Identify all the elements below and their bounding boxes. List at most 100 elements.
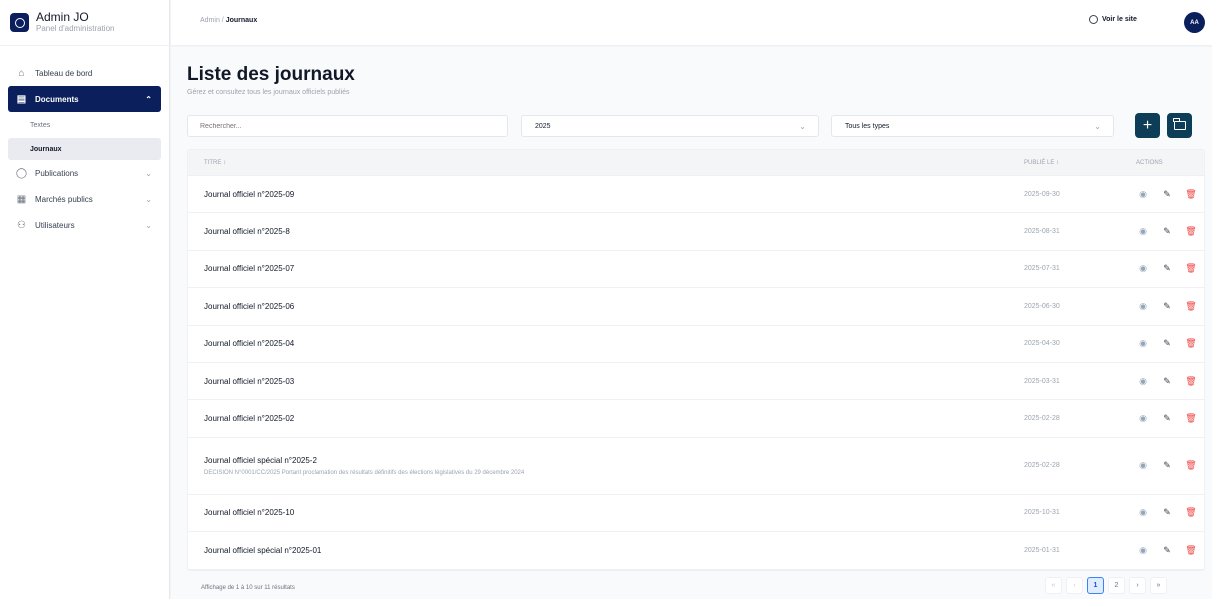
sidebar-item-label: Utilisateurs <box>35 220 75 230</box>
edit-icon[interactable]: ✎ <box>1162 413 1172 424</box>
row-date: 2025-07-31 <box>1024 265 1060 273</box>
trash-icon[interactable]: 🗑 <box>1185 263 1196 274</box>
view-icon[interactable]: ◉ <box>1138 413 1148 424</box>
row-title-cell: Journal officiel n°2025-8 <box>188 227 1024 236</box>
row-title-cell: Journal officiel n°2025-09 <box>188 190 1024 199</box>
sidebar-item-label: Marchés publics <box>35 194 93 204</box>
page-button-2[interactable]: 2 <box>1108 577 1125 594</box>
page-title: Liste des journaux <box>187 64 355 85</box>
view-icon[interactable]: ◉ <box>1138 376 1148 387</box>
users-icon: ⚇ <box>17 219 26 231</box>
chevron-up-icon: ⌃ <box>145 94 152 104</box>
row-actions: ◉ ✎ 🗑 <box>1124 189 1204 200</box>
page-button-1[interactable]: 1 <box>1087 577 1104 594</box>
main-content: Liste des journaux Gérez et consultez to… <box>171 47 1212 599</box>
next-page-button[interactable]: › <box>1129 577 1146 594</box>
trash-icon[interactable]: 🗑 <box>1185 507 1196 518</box>
column-header-date[interactable]: PUBLIÉ LE ↕ <box>1024 160 1124 166</box>
row-title[interactable]: Journal officiel spécial n°2025-2 <box>204 456 317 465</box>
type-select-value: Tous les types <box>845 122 890 130</box>
search-input[interactable] <box>187 115 508 137</box>
view-icon[interactable]: ◉ <box>1138 545 1148 556</box>
view-icon[interactable]: ◉ <box>1138 507 1148 518</box>
sidebar-item-users[interactable]: ⚇ Utilisateurs ⌄ <box>8 212 161 238</box>
breadcrumb: Admin / Journaux <box>200 17 257 24</box>
chevron-down-icon: ⌄ <box>1094 121 1101 131</box>
trash-icon[interactable]: 🗑 <box>1185 189 1196 200</box>
prev-page-button[interactable]: ‹ <box>1066 577 1083 594</box>
edit-icon[interactable]: ✎ <box>1162 376 1172 387</box>
breadcrumb-root[interactable]: Admin <box>200 17 220 24</box>
row-title[interactable]: Journal officiel n°2025-09 <box>204 190 294 199</box>
table-row: Journal officiel spécial n°2025-2 DECISIO… <box>188 438 1204 495</box>
folder-button[interactable] <box>1167 113 1192 138</box>
avatar[interactable]: AA <box>1184 12 1205 33</box>
sidebar-subitem-textes[interactable]: Textes <box>8 114 161 136</box>
row-title[interactable]: Journal officiel n°2025-8 <box>204 227 290 236</box>
row-title[interactable]: Journal officiel n°2025-06 <box>204 302 294 311</box>
row-title[interactable]: Journal officiel n°2025-02 <box>204 414 294 423</box>
sidebar-item-marches[interactable]: ▦ Marchés publics ⌄ <box>8 186 161 212</box>
year-select-value: 2025 <box>535 122 551 130</box>
edit-icon[interactable]: ✎ <box>1162 226 1172 237</box>
table-row: Journal officiel n°2025-10 2025-10-31 ◉ ✎ 🗑 <box>188 495 1204 533</box>
page-subtitle: Gérez et consultez tous les journaux off… <box>187 89 350 96</box>
trash-icon[interactable]: 🗑 <box>1185 226 1196 237</box>
view-icon[interactable]: ◉ <box>1138 301 1148 312</box>
table-row: Journal officiel n°2025-09 2025-09-30 ◉ ✎ 🗑 <box>188 176 1204 214</box>
edit-icon[interactable]: ✎ <box>1162 545 1172 556</box>
edit-icon[interactable]: ✎ <box>1162 338 1172 349</box>
view-icon[interactable]: ◉ <box>1138 263 1148 274</box>
trash-icon[interactable]: 🗑 <box>1185 545 1196 556</box>
first-page-button[interactable]: « <box>1045 577 1062 594</box>
sidebar-item-documents[interactable]: ▤ Documents ⌃ <box>8 86 161 112</box>
chevron-down-icon: ⌄ <box>145 168 152 178</box>
table-body: Journal officiel n°2025-09 2025-09-30 ◉ ✎ 🗑 J… <box>188 176 1204 570</box>
trash-icon[interactable]: 🗑 <box>1185 301 1196 312</box>
trash-icon[interactable]: 🗑 <box>1185 376 1196 387</box>
app-name: Admin JO <box>36 10 89 24</box>
trash-icon[interactable]: 🗑 <box>1185 338 1196 349</box>
chevron-down-icon: ⌄ <box>799 121 806 131</box>
sidebar-item-publications[interactable]: ◯ Publications ⌄ <box>8 160 161 186</box>
sidebar-subitem-journaux[interactable]: Journaux <box>8 138 161 160</box>
edit-icon[interactable]: ✎ <box>1162 301 1172 312</box>
last-page-button[interactable]: » <box>1150 577 1167 594</box>
table-row: Journal officiel n°2025-04 2025-04-30 ◉ ✎ 🗑 <box>188 326 1204 363</box>
pagination: « ‹ 1 2 › » <box>1045 577 1167 594</box>
breadcrumb-separator: / <box>221 17 224 24</box>
topbar: Admin / Journaux Voir le site AA <box>171 0 1212 46</box>
edit-icon[interactable]: ✎ <box>1162 189 1172 200</box>
view-icon[interactable]: ◉ <box>1138 189 1148 200</box>
trash-icon[interactable]: 🗑 <box>1185 413 1196 424</box>
row-actions: ◉ ✎ 🗑 <box>1124 460 1204 471</box>
row-title[interactable]: Journal officiel n°2025-07 <box>204 264 294 273</box>
view-site-link[interactable]: Voir le site <box>1089 15 1137 24</box>
type-select[interactable]: Tous les types ⌄ <box>831 115 1114 137</box>
row-title[interactable]: Journal officiel spécial n°2025-01 <box>204 546 321 555</box>
row-title-cell: Journal officiel spécial n°2025-2 DECISIO… <box>188 456 1024 476</box>
row-actions: ◉ ✎ 🗑 <box>1124 226 1204 237</box>
view-icon[interactable]: ◉ <box>1138 338 1148 349</box>
row-title[interactable]: Journal officiel n°2025-10 <box>204 508 294 517</box>
table-row: Journal officiel n°2025-8 2025-08-31 ◉ ✎ 🗑 <box>188 213 1204 251</box>
sidebar-nav: ⌂ Tableau de bord ▤ Documents ⌃ Textes J… <box>0 46 169 238</box>
row-date: 2025-08-31 <box>1024 228 1060 236</box>
trash-icon[interactable]: 🗑 <box>1185 460 1196 471</box>
view-icon[interactable]: ◉ <box>1138 460 1148 471</box>
home-icon: ⌂ <box>18 67 25 79</box>
app-subtitle: Panel d'administration <box>36 24 115 33</box>
chevron-down-icon: ⌄ <box>145 194 152 204</box>
view-site-label: Voir le site <box>1102 16 1137 23</box>
add-journal-button[interactable]: + <box>1135 113 1160 138</box>
edit-icon[interactable]: ✎ <box>1162 507 1172 518</box>
row-title[interactable]: Journal officiel n°2025-03 <box>204 377 294 386</box>
sidebar-item-dashboard[interactable]: ⌂ Tableau de bord <box>8 60 161 86</box>
view-icon[interactable]: ◉ <box>1138 226 1148 237</box>
edit-icon[interactable]: ✎ <box>1162 460 1172 471</box>
brand[interactable]: Admin JO Panel d'administration <box>0 0 169 46</box>
column-header-title[interactable]: TITRE ↕ <box>188 160 1024 166</box>
edit-icon[interactable]: ✎ <box>1162 263 1172 274</box>
year-select[interactable]: 2025 ⌄ <box>521 115 819 137</box>
row-title[interactable]: Journal officiel n°2025-04 <box>204 339 294 348</box>
